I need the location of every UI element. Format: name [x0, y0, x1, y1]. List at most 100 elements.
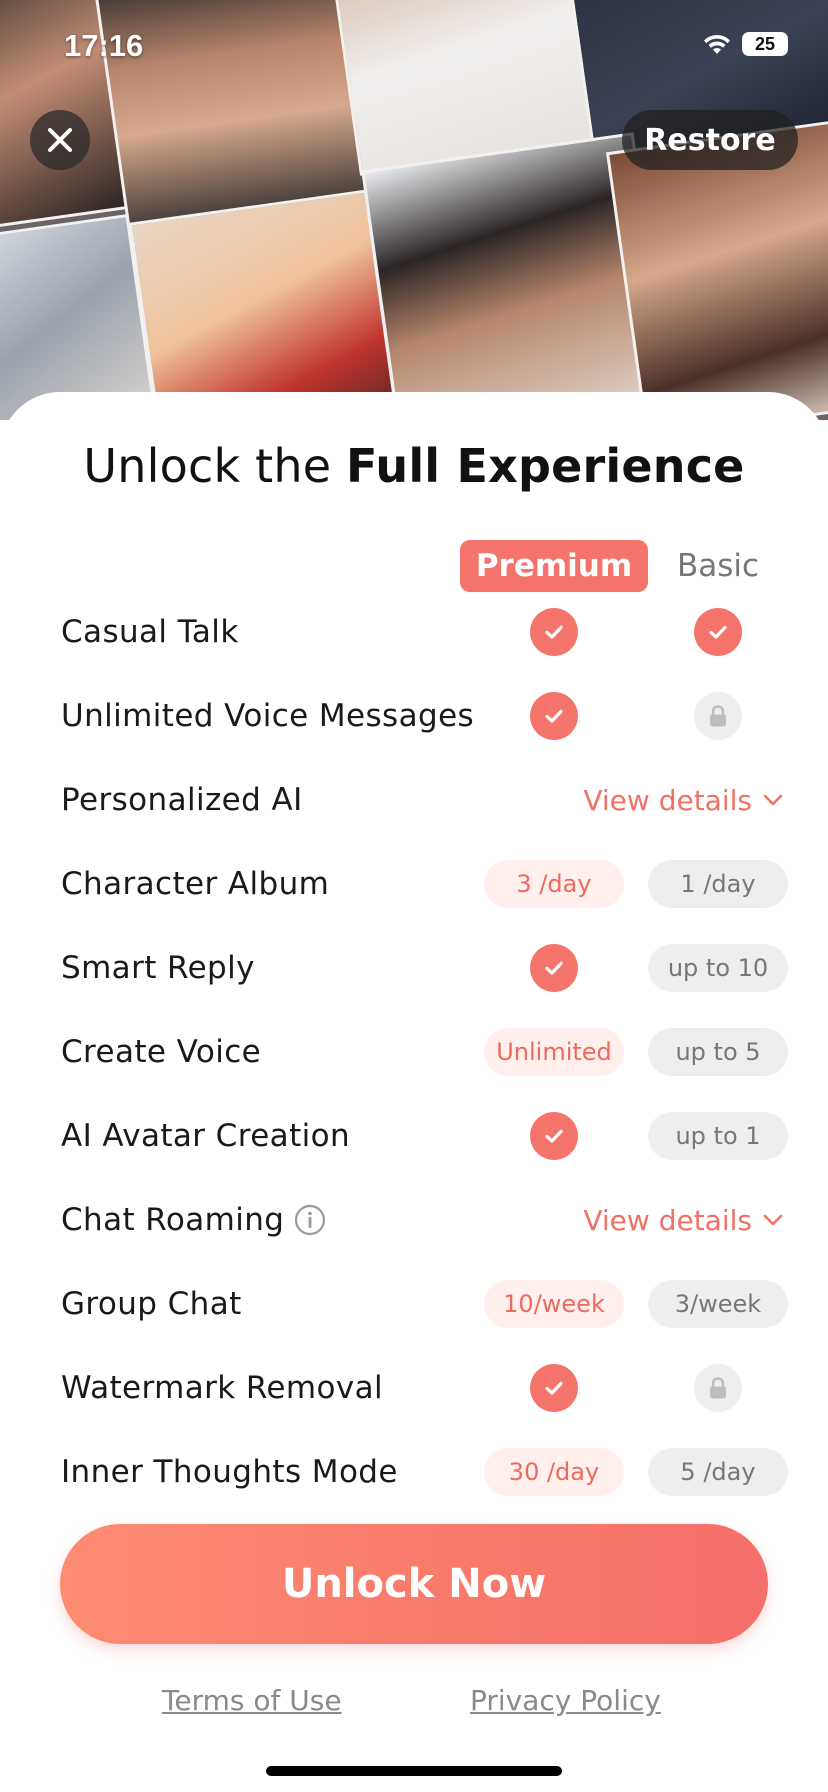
check-badge: [694, 608, 742, 656]
page-title: Unlock the Full Experience: [0, 439, 828, 493]
premium-column-header: Premium: [460, 540, 648, 592]
privacy-policy-link[interactable]: Privacy Policy: [470, 1684, 661, 1717]
feature-name: Create Voice: [61, 1010, 261, 1094]
view-details-label: View details: [583, 783, 752, 817]
basic-value: 5 /day: [648, 1448, 788, 1496]
status-time: 17:16: [64, 28, 144, 63]
feature-row: Unlimited Voice Messages: [0, 674, 828, 758]
feature-label: Inner Thoughts Mode: [61, 1454, 398, 1490]
premium-cell: [484, 674, 624, 758]
chevron-down-icon: [763, 794, 783, 806]
premium-value: 30 /day: [484, 1448, 624, 1496]
view-details-link[interactable]: View details: [583, 1178, 784, 1262]
check-badge: [530, 1364, 578, 1412]
premium-cell: 3 /day: [484, 842, 624, 926]
basic-cell: up to 10: [648, 926, 788, 1010]
basic-cell: [648, 1346, 788, 1430]
feature-label: Character Album: [61, 866, 330, 902]
feature-name: Chat Roaming: [61, 1178, 326, 1262]
feature-name: Unlimited Voice Messages: [61, 674, 474, 758]
check-badge: [530, 944, 578, 992]
chevron-down-icon: [763, 1214, 783, 1226]
feature-list[interactable]: Casual Talk Unlimited Voice Messages Perso…: [0, 590, 828, 1500]
check-icon: [545, 625, 563, 639]
premium-cell: [484, 590, 624, 674]
view-details-label: View details: [583, 1203, 752, 1237]
feature-label: AI Avatar Creation: [61, 1118, 351, 1154]
feature-name: Personalized AI: [61, 758, 303, 842]
terms-of-use-link[interactable]: Terms of Use: [162, 1684, 342, 1717]
feature-row: Create Voice Unlimited up to 5: [0, 1010, 828, 1094]
basic-column-header: Basic: [676, 548, 760, 584]
premium-value: 3 /day: [484, 860, 624, 908]
basic-cell: [648, 674, 788, 758]
feature-name: Smart Reply: [61, 926, 255, 1010]
hero-collage: 17:16 25 Restore: [0, 0, 828, 420]
feature-row: Watermark Removal: [0, 1346, 828, 1430]
basic-cell: up to 5: [648, 1010, 788, 1094]
feature-row: Personalized AI View details: [0, 758, 828, 842]
feature-label: Casual Talk: [61, 614, 239, 650]
premium-value: Unlimited: [484, 1028, 624, 1076]
feature-label: Group Chat: [61, 1286, 242, 1322]
premium-cell: [484, 1346, 624, 1430]
feature-row: Group Chat 10/week 3/week: [0, 1262, 828, 1346]
basic-value: up to 1: [648, 1112, 788, 1160]
character-image: [128, 189, 402, 420]
check-icon: [545, 709, 563, 723]
feature-row: Inner Thoughts Mode 30 /day 5 /day: [0, 1430, 828, 1500]
lock-icon: [710, 705, 726, 727]
paywall-sheet: Unlock the Full Experience Premium Basic…: [0, 392, 828, 1792]
lock-icon: [710, 1377, 726, 1399]
feature-row: Smart Reply up to 10: [0, 926, 828, 1010]
restore-button[interactable]: Restore: [622, 110, 798, 170]
check-icon: [545, 961, 563, 975]
feature-label: Create Voice: [61, 1034, 262, 1070]
basic-cell: 1 /day: [648, 842, 788, 926]
check-icon: [545, 1381, 563, 1395]
feature-name: Casual Talk: [61, 590, 239, 674]
feature-label: Smart Reply: [61, 950, 255, 986]
basic-cell: 5 /day: [648, 1430, 788, 1500]
feature-name: Character Album: [61, 842, 329, 926]
basic-value: 1 /day: [648, 860, 788, 908]
basic-value: up to 5: [648, 1028, 788, 1076]
close-button[interactable]: [30, 110, 90, 170]
check-badge: [530, 1112, 578, 1160]
premium-value: 10/week: [484, 1280, 624, 1328]
wifi-icon: [704, 34, 730, 54]
feature-name: AI Avatar Creation: [61, 1094, 350, 1178]
check-icon: [545, 1129, 563, 1143]
unlock-now-button[interactable]: Unlock Now: [60, 1524, 768, 1644]
title-emphasis: Full Experience: [346, 439, 745, 493]
feature-name: Group Chat: [61, 1262, 242, 1346]
feature-name: Inner Thoughts Mode: [61, 1430, 398, 1500]
premium-cell: [484, 1094, 624, 1178]
check-icon: [709, 625, 727, 639]
premium-cell: 30 /day: [484, 1430, 624, 1500]
premium-cell: Unlimited: [484, 1010, 624, 1094]
basic-value: 3/week: [648, 1280, 788, 1328]
info-icon[interactable]: [294, 1204, 326, 1236]
feature-label: Watermark Removal: [61, 1370, 383, 1406]
home-indicator: [266, 1766, 562, 1776]
lock-badge: [694, 1364, 742, 1412]
status-icons: 25: [702, 32, 788, 56]
close-icon: [48, 128, 72, 152]
paywall-screen: 17:16 25 Restore Unlock the Full Experie…: [0, 0, 828, 1792]
check-badge: [530, 692, 578, 740]
footer-links: Terms of Use Privacy Policy: [0, 1684, 828, 1728]
feature-label: Chat Roaming: [61, 1202, 285, 1238]
feature-row: Character Album 3 /day 1 /day: [0, 842, 828, 926]
title-prefix: Unlock the: [83, 439, 347, 493]
battery-indicator: 25: [742, 32, 788, 56]
feature-row: AI Avatar Creation up to 1: [0, 1094, 828, 1178]
basic-cell: [648, 590, 788, 674]
check-badge: [530, 608, 578, 656]
premium-cell: 10/week: [484, 1262, 624, 1346]
basic-cell: up to 1: [648, 1094, 788, 1178]
view-details-link[interactable]: View details: [583, 758, 784, 842]
feature-row: Chat Roaming View details: [0, 1178, 828, 1262]
feature-label: Unlimited Voice Messages: [61, 698, 475, 734]
feature-label: Personalized AI: [61, 782, 303, 818]
